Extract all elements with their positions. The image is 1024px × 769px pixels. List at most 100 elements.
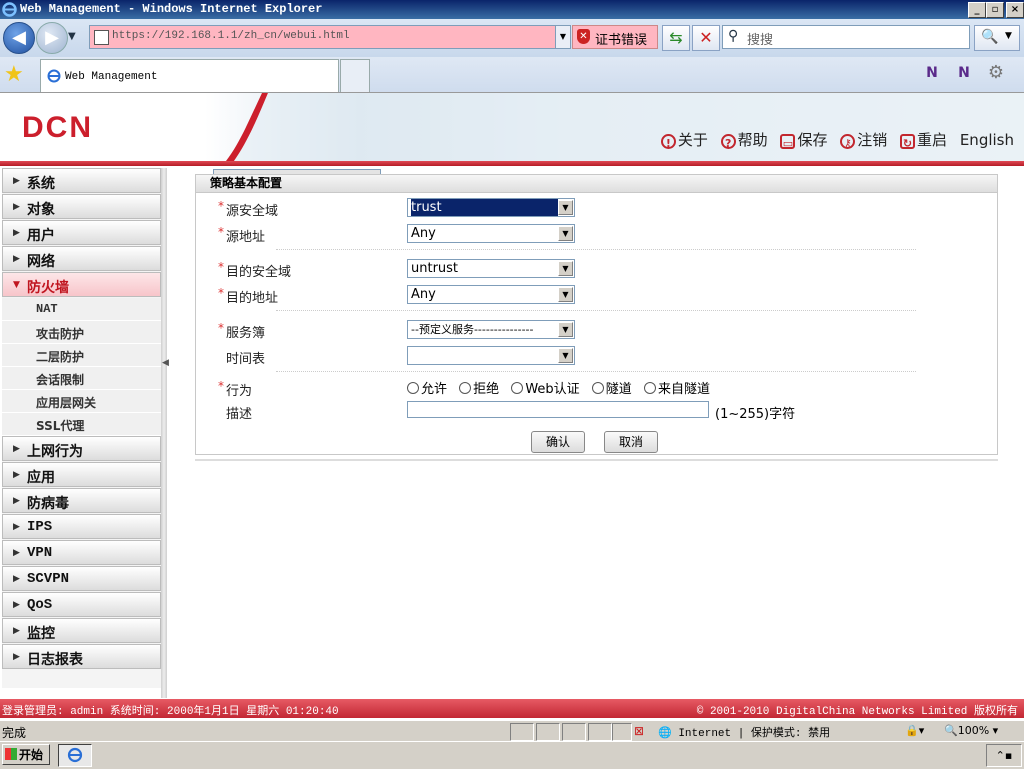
dst-zone-row: * 目的安全域 untrust ▼ [196, 258, 996, 280]
sidebar-subitem-l2-defense[interactable]: 二层防护 [2, 344, 161, 367]
about-link[interactable]: ! 关于 [660, 129, 708, 150]
action-deny-radio[interactable]: 拒绝 [459, 378, 499, 397]
action-label: 行为 [226, 384, 253, 399]
sidebar-item-monitor[interactable]: ▶ 监控 [2, 618, 161, 643]
collapse-arrow-icon[interactable]: ◀ [162, 358, 169, 368]
chevron-down-icon[interactable]: ▼ [558, 348, 573, 363]
radio-circle-icon[interactable] [511, 382, 524, 394]
sidebar-subitem-ssl-proxy[interactable]: SSL代理 [2, 413, 161, 436]
radio-circle-icon[interactable] [407, 382, 419, 394]
sidebar-subitem-attack-defense[interactable]: 攻击防护 [2, 321, 161, 344]
protected-mode-icon[interactable]: 🔒▾ [905, 724, 924, 737]
schedule-select[interactable]: ▼ [407, 346, 575, 365]
system-tray[interactable]: ⌃▪ [986, 744, 1022, 767]
src-addr-label: 源地址 [226, 230, 266, 245]
sidebar-item-ips[interactable]: ▶ IPS [2, 514, 161, 539]
minimize-button[interactable]: _ [968, 2, 986, 18]
sidebar-subitem-session-limit[interactable]: 会话限制 [2, 367, 161, 390]
logout-link[interactable]: ⚷ 注销 [840, 129, 887, 150]
sidebar-item-user[interactable]: ▶ 用户 [2, 220, 161, 245]
save-label: 保存 [797, 131, 828, 149]
chevron-down-icon[interactable]: ▼ [558, 261, 573, 276]
arrow-right-icon: ▶ [13, 548, 20, 558]
arrow-right-icon: ▶ [13, 626, 20, 636]
security-zone[interactable]: 🌐 Internet | 保护模式: 禁用 [658, 724, 830, 740]
tray-expand-icon[interactable]: ⌃ [996, 749, 1005, 762]
close-window-button[interactable]: × [1006, 2, 1024, 18]
sidebar-item-antivirus[interactable]: ▶ 防病毒 [2, 488, 161, 513]
start-button[interactable]: 开始 [2, 744, 50, 765]
radio-circle-icon[interactable] [591, 382, 604, 394]
sidebar-item-qos[interactable]: ▶ QoS [2, 592, 161, 617]
sidebar-item-log-report[interactable]: ▶ 日志报表 [2, 644, 161, 669]
action-from-tunnel-radio[interactable]: 来自隧道 [643, 378, 710, 397]
src-addr-select[interactable]: Any ▼ [407, 224, 575, 243]
sidebar-item-network[interactable]: ▶ 网络 [2, 246, 161, 271]
new-tab-button[interactable] [340, 59, 370, 93]
help-link[interactable]: ? 帮助 [720, 129, 768, 150]
network-icon[interactable]: ▪ [1005, 749, 1012, 762]
english-link[interactable]: English [960, 131, 1014, 149]
tab-bar: ★ Web Management N N ⚙ [0, 57, 1024, 93]
sidebar-splitter[interactable]: ◀ [161, 168, 169, 698]
tab-web-management[interactable]: Web Management [40, 59, 339, 93]
action-tunnel-radio[interactable]: 隧道 [591, 378, 632, 397]
sidebar-item-system[interactable]: ▶ 系统 [2, 168, 161, 193]
back-icon[interactable]: ◀ [3, 22, 35, 54]
certificate-error-button[interactable]: ✕ 证书错误 [572, 25, 658, 49]
divider [276, 310, 916, 311]
cancel-button[interactable]: 取消 [604, 431, 658, 453]
save-link[interactable]: ▭ 保存 [780, 129, 827, 150]
dst-zone-select[interactable]: untrust ▼ [407, 259, 575, 278]
tools-gear-icon[interactable]: ⚙ [985, 62, 1007, 84]
zoom-control[interactable]: 🔍100% ▾ [944, 724, 998, 737]
address-bar[interactable]: https://192.168.1.1/zh_cn/webui.html ▼ [89, 25, 571, 49]
stop-icon[interactable]: ✕ [692, 25, 720, 51]
service-select[interactable]: --预定义服务--------------- ▼ [407, 320, 575, 339]
sidebar-item-object[interactable]: ▶ 对象 [2, 194, 161, 219]
logout-label: 注销 [857, 131, 888, 149]
sidebar-item-internet-behavior[interactable]: ▶ 上网行为 [2, 436, 161, 461]
description-input[interactable] [407, 401, 709, 418]
dst-addr-select[interactable]: Any ▼ [407, 285, 575, 304]
arrow-right-icon: ▶ [13, 254, 20, 264]
ie-tab-icon [47, 69, 61, 83]
search-options-icon[interactable]: ▼ [1005, 31, 1012, 41]
refresh-icon[interactable]: ⇆ [662, 25, 690, 51]
ie-logo-icon [2, 2, 17, 17]
search-box[interactable]: ⚲ 搜搜 [722, 25, 970, 49]
action-permit-radio[interactable]: 允许 [407, 378, 447, 397]
arrow-right-icon: ▶ [13, 600, 20, 610]
sidebar-subitem-nat[interactable]: NAT [2, 298, 161, 321]
search-input[interactable]: 搜搜 [747, 29, 773, 48]
history-dropdown-icon[interactable]: ▼ [68, 31, 76, 42]
address-dropdown-icon[interactable]: ▼ [555, 26, 570, 48]
search-button[interactable]: 🔍 ▼ [974, 25, 1020, 51]
onenote-send-icon[interactable]: N [953, 62, 975, 84]
chevron-down-icon[interactable]: ▼ [558, 322, 573, 337]
restart-link[interactable]: ↻ 重启 [900, 129, 947, 150]
cert-error-status-icon[interactable]: ⊠ [634, 724, 644, 738]
radio-circle-icon[interactable] [643, 382, 656, 394]
onenote-icon[interactable]: N [921, 62, 943, 84]
chevron-down-icon[interactable]: ▼ [558, 200, 573, 215]
radio-circle-icon[interactable] [459, 382, 472, 394]
sidebar-item-vpn[interactable]: ▶ VPN [2, 540, 161, 565]
forward-icon[interactable]: ▶ [36, 22, 68, 54]
maximize-button[interactable]: ▫ [986, 2, 1004, 18]
sidebar-item-firewall[interactable]: ▼ 防火墙 [2, 272, 161, 297]
sidebar-item-scvpn[interactable]: ▶ SCVPN [2, 566, 161, 591]
confirm-button[interactable]: 确认 [531, 431, 585, 453]
src-zone-select[interactable]: trust ▼ [407, 198, 575, 217]
sidebar-item-application[interactable]: ▶ 应用 [2, 462, 161, 487]
taskbar-ie-button[interactable] [58, 744, 92, 767]
browser-status-bar: 完成 ⊠ 🌐 Internet | 保护模式: 禁用 🔒▾ 🔍100% ▾ [0, 720, 1024, 741]
divider [276, 371, 916, 372]
favorites-star-icon[interactable]: ★ [4, 62, 24, 87]
address-url[interactable]: https://192.168.1.1/zh_cn/webui.html [112, 30, 350, 42]
chevron-down-icon[interactable]: ▼ [558, 287, 573, 302]
chevron-down-icon[interactable]: ▼ [558, 226, 573, 241]
action-webauth-radio[interactable]: Web认证 [511, 378, 580, 397]
sidebar-subitem-alg[interactable]: 应用层网关 [2, 390, 161, 413]
info-icon: ! [660, 134, 676, 150]
